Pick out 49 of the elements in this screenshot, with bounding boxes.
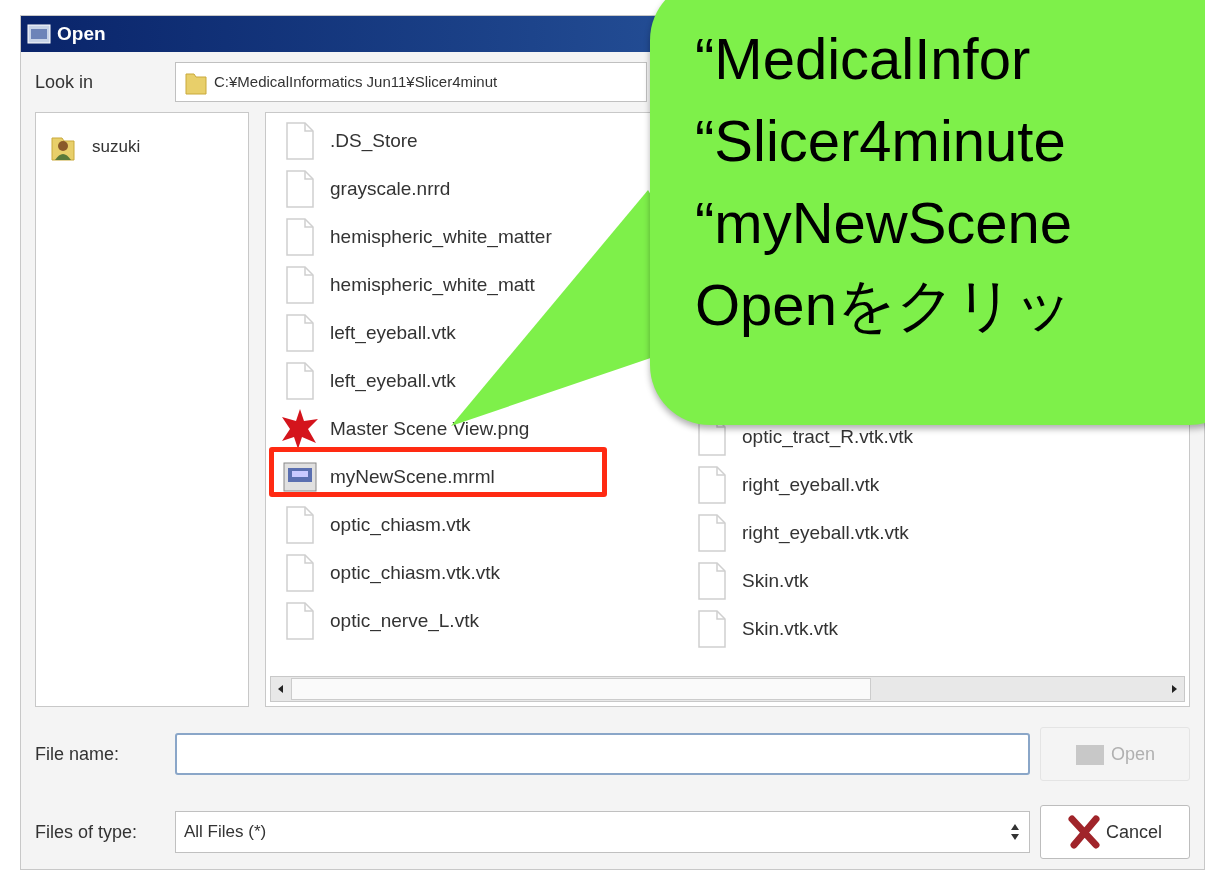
file-name[interactable]: left_eyeball.vtk xyxy=(330,318,456,348)
file-icon xyxy=(285,265,315,305)
file-name[interactable]: optic_tract_R.vtk.vtk xyxy=(742,422,914,452)
file-icon xyxy=(285,217,315,257)
callout-text: Openをクリッ xyxy=(695,271,1074,339)
close-icon xyxy=(1068,815,1100,849)
file-name[interactable]: Skin.vtk.vtk xyxy=(742,614,839,644)
scrollbar-thumb[interactable] xyxy=(291,678,871,700)
file-name[interactable]: hemispheric_white_matter xyxy=(330,222,552,252)
file-icon xyxy=(285,361,315,401)
look-in-combo[interactable]: C:¥MedicalInformatics Jun11¥Slicer4minut xyxy=(175,62,647,102)
file-name[interactable]: grayscale.nrrd xyxy=(330,174,451,204)
scene-file-icon xyxy=(283,462,317,492)
file-name[interactable]: optic_nerve_L.vtk xyxy=(330,606,479,636)
callout-text: “Slicer4minute xyxy=(695,107,1067,175)
file-icon xyxy=(697,561,727,601)
callout-text: “myNewScene xyxy=(695,189,1074,257)
file-name-label: File name: xyxy=(35,742,121,766)
file-name[interactable]: hemispheric_white_matt xyxy=(330,270,535,300)
file-icon xyxy=(285,601,315,641)
window-title: Open xyxy=(57,21,106,46)
file-name[interactable]: Skin.vtk xyxy=(742,566,809,596)
file-name[interactable]: optic_chiasm.vtk.vtk xyxy=(330,558,500,588)
file-icon xyxy=(285,553,315,593)
file-name[interactable]: right_eyeball.vtk.vtk xyxy=(742,518,909,548)
file-name[interactable]: right_eyeball.vtk xyxy=(742,470,880,500)
file-name[interactable]: myNewScene.mrml xyxy=(330,462,495,492)
callout-text: “MedicalInfor xyxy=(695,25,1032,93)
file-name[interactable]: .DS_Store xyxy=(330,126,418,156)
file-name[interactable]: left_eyeball.vtk xyxy=(330,366,456,396)
file-name[interactable]: Master Scene View.png xyxy=(330,414,530,444)
file-type-combo[interactable]: All Files (*) xyxy=(175,811,1030,853)
cancel-button[interactable]: Cancel xyxy=(1040,805,1190,859)
file-icon xyxy=(697,609,727,649)
file-icon xyxy=(285,121,315,161)
file-type-label: Files of type: xyxy=(35,820,139,844)
file-icon xyxy=(697,465,727,505)
file-name[interactable]: optic_chiasm.vtk xyxy=(330,510,471,540)
file-icon xyxy=(285,169,315,209)
file-icon xyxy=(697,513,727,553)
spinner-arrows-icon xyxy=(1009,822,1021,842)
file-name-field[interactable] xyxy=(175,733,1030,775)
sidebar-item[interactable]: suzuki xyxy=(48,127,236,167)
file-icon xyxy=(285,313,315,353)
window-icon xyxy=(27,24,51,44)
folder-path: C:¥MedicalInformatics Jun11¥Slicer4minut xyxy=(214,71,498,92)
horizontal-scrollbar[interactable] xyxy=(270,676,1185,702)
look-in-label: Look in xyxy=(35,70,95,94)
file-icon xyxy=(285,505,315,545)
